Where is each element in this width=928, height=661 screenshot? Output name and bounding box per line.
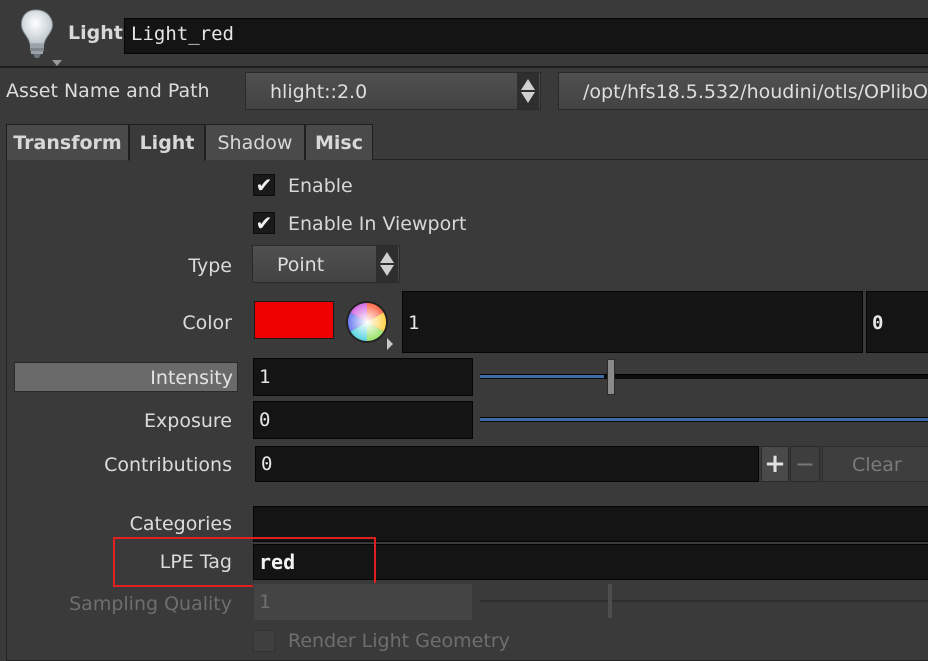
tab-transform[interactable]: Transform (6, 124, 129, 160)
color-g-field[interactable]: 0 (866, 291, 928, 353)
contributions-label: Contributions (104, 454, 232, 476)
sampling-quality-value: 1 (259, 591, 271, 613)
sampling-quality-label: Sampling Quality (69, 593, 232, 615)
render-geometry-label: Render Light Geometry (288, 630, 510, 652)
intensity-label: Intensity (150, 367, 233, 389)
contributions-add-button[interactable]: + (761, 446, 789, 482)
asset-path-field[interactable]: /opt/hfs18.5.532/houdini/otls/OPlibObje (558, 72, 928, 110)
asset-name-value: hlight::2.0 (270, 81, 368, 103)
color-wheel-icon[interactable] (345, 300, 393, 352)
node-name-field[interactable]: Light_red (124, 18, 928, 54)
type-menu[interactable]: Point (252, 245, 400, 283)
exposure-slider-fill (480, 418, 928, 421)
exposure-slider[interactable] (480, 417, 928, 422)
tab-light[interactable]: Light (129, 124, 205, 161)
exposure-field[interactable]: 0 (253, 401, 473, 439)
intensity-value: 1 (259, 366, 271, 388)
clear-label: Clear (852, 454, 902, 476)
asset-label: Asset Name and Path (6, 80, 210, 102)
render-geometry-checkbox[interactable] (253, 630, 275, 652)
exposure-label: Exposure (144, 410, 232, 432)
contributions-field[interactable]: 0 (255, 446, 759, 482)
color-r-value: 1 (408, 312, 420, 334)
sampling-quality-slider-handle (608, 584, 612, 618)
exposure-value: 0 (259, 409, 271, 431)
tab-misc[interactable]: Misc (305, 124, 373, 160)
color-swatch[interactable] (254, 301, 334, 339)
node-type-label: Light (68, 22, 123, 44)
sampling-quality-field: 1 (253, 583, 473, 621)
node-name-value: Light_red (131, 23, 234, 45)
enable-label: Enable (288, 175, 353, 197)
asset-path-value: /opt/hfs18.5.532/houdini/otls/OPlibObje (583, 81, 928, 103)
header-divider (0, 66, 928, 68)
remove-icon: − (794, 450, 816, 478)
tab-misc-label: Misc (315, 131, 363, 154)
tab-light-label: Light (139, 132, 195, 154)
type-label: Type (188, 255, 232, 277)
lpe-tag-highlight-box (113, 537, 376, 587)
enable-checkbox[interactable]: ✔ (253, 174, 275, 196)
add-icon: + (764, 449, 786, 479)
intensity-label-box[interactable]: Intensity (14, 362, 238, 392)
color-g-value: 0 (872, 312, 884, 334)
lightbulb-icon (14, 6, 62, 66)
contributions-value: 0 (261, 453, 273, 475)
type-spinner[interactable] (376, 246, 398, 282)
asset-name-menu[interactable]: hlight::2.0 (245, 72, 541, 110)
intensity-field[interactable]: 1 (253, 358, 473, 396)
asset-name-spinner[interactable] (517, 73, 539, 109)
color-label: Color (182, 312, 232, 334)
contributions-remove-button[interactable]: − (790, 446, 820, 482)
enable-viewport-checkbox[interactable]: ✔ (253, 212, 275, 234)
tab-shadow-label: Shadow (217, 131, 293, 154)
intensity-slider[interactable] (480, 374, 928, 379)
intensity-slider-fill (480, 375, 605, 378)
type-value: Point (277, 254, 325, 276)
sampling-quality-slider (480, 600, 928, 602)
contributions-clear-button[interactable]: Clear (822, 446, 928, 482)
color-r-field[interactable]: 1 (402, 291, 863, 353)
intensity-slider-handle[interactable] (607, 359, 615, 395)
enable-viewport-label: Enable In Viewport (288, 213, 467, 235)
tab-transform-label: Transform (13, 131, 122, 154)
tab-shadow[interactable]: Shadow (205, 124, 305, 160)
categories-label: Categories (129, 513, 232, 535)
